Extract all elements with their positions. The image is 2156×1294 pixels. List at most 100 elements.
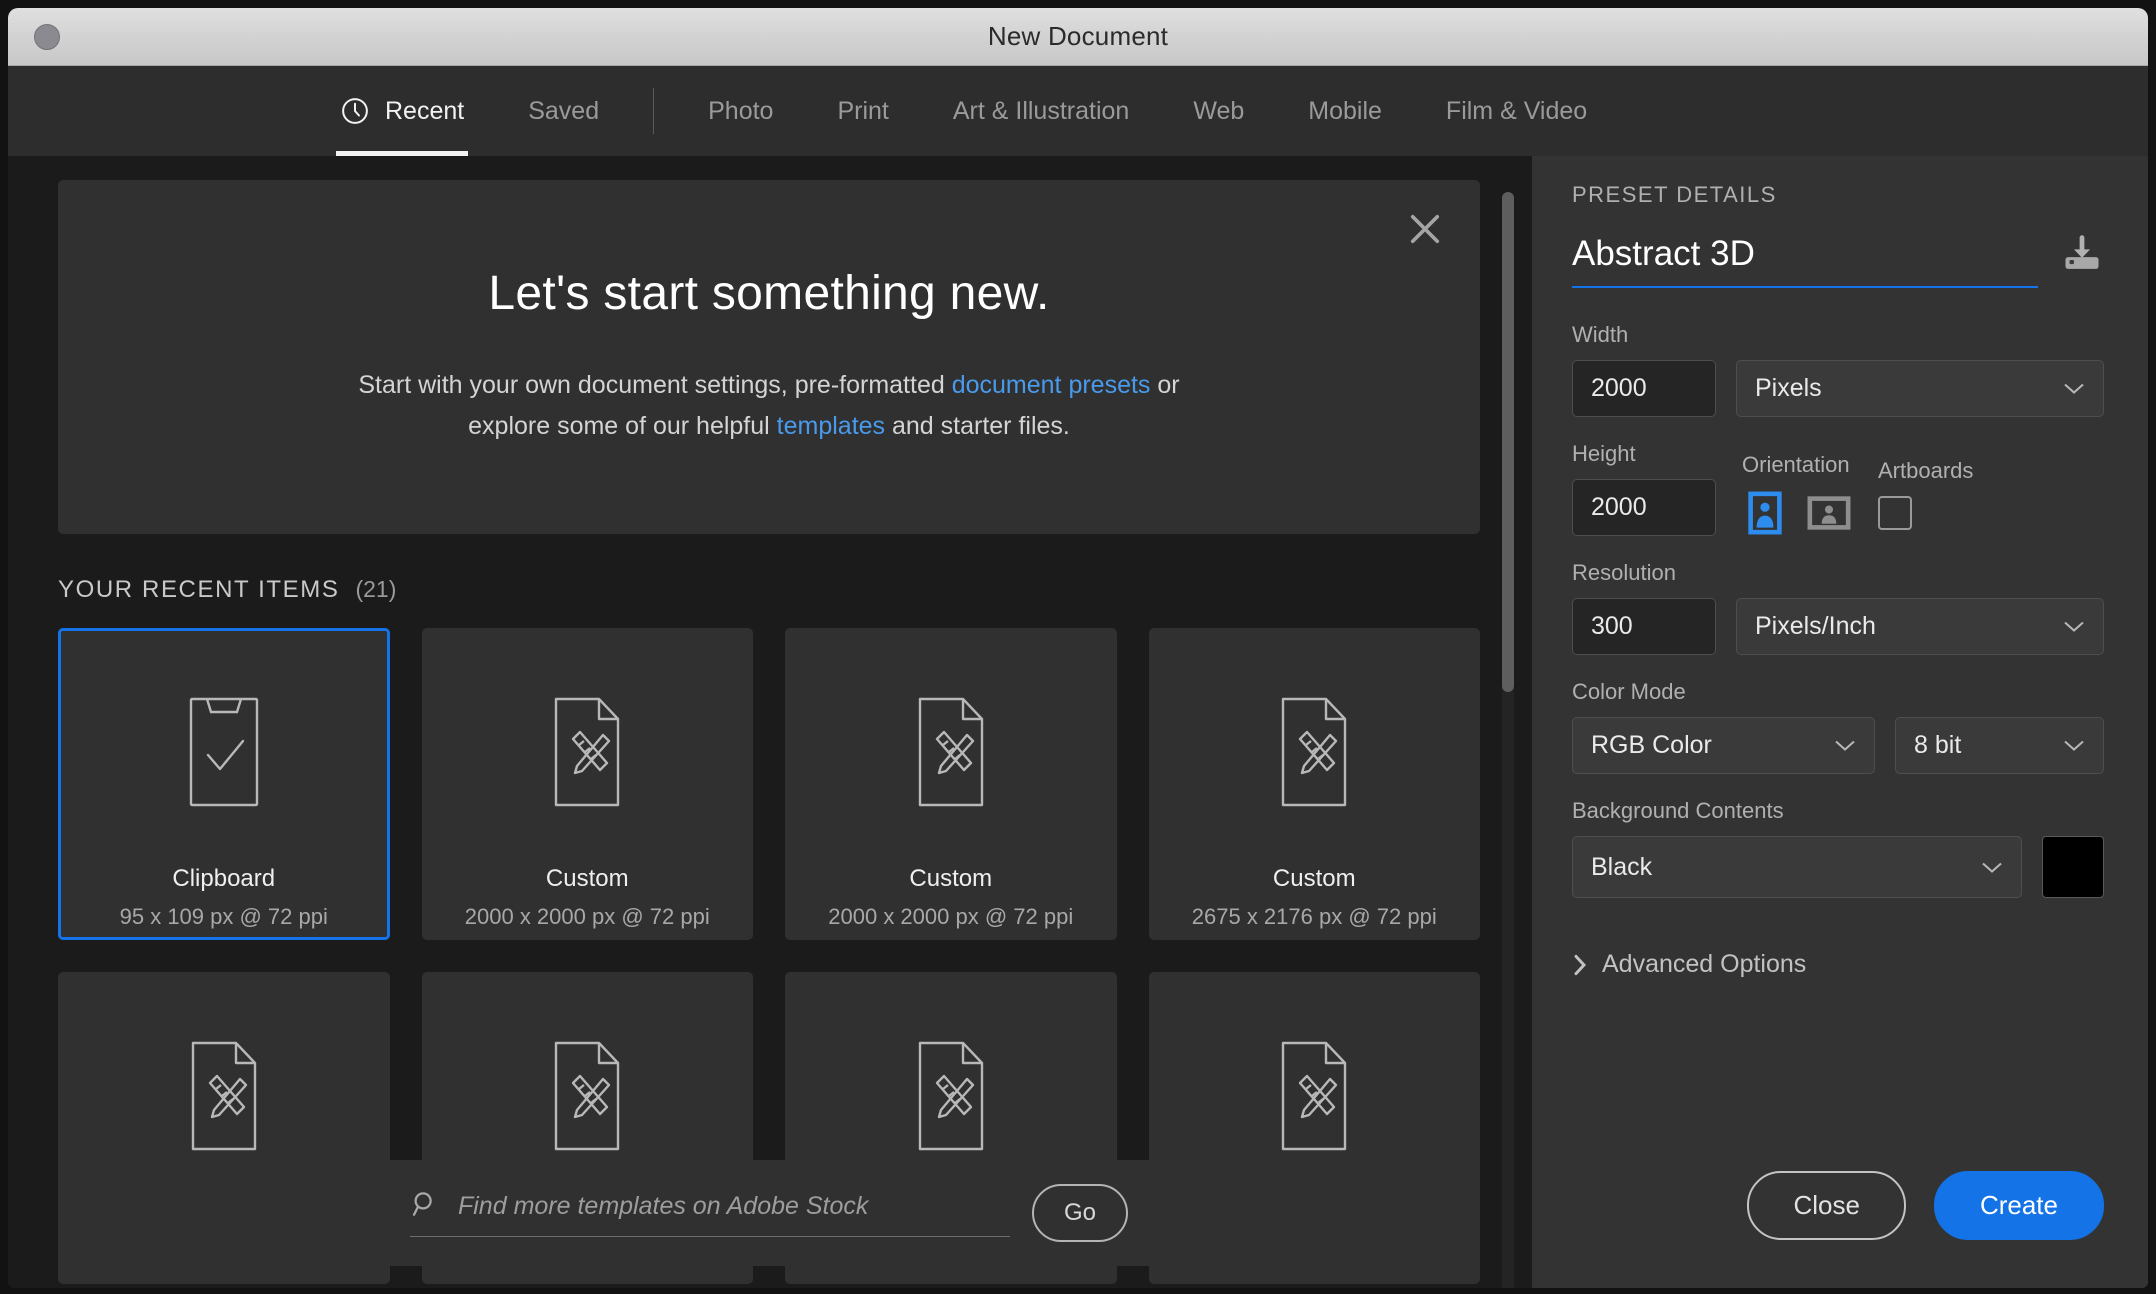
preset-name-row — [1572, 234, 2104, 288]
clock-icon — [340, 96, 370, 126]
save-preset-icon[interactable] — [2060, 234, 2104, 278]
orientation-group: Orientation — [1742, 452, 1852, 536]
advanced-options-toggle[interactable]: Advanced Options — [1572, 950, 2104, 979]
adobe-stock-search-bar: Go — [58, 1160, 1480, 1266]
close-icon[interactable] — [1404, 208, 1446, 250]
landscape-orientation-icon[interactable] — [1806, 490, 1852, 536]
close-button[interactable]: Close — [1747, 1171, 1906, 1240]
chevron-down-icon — [2064, 740, 2084, 751]
chevron-down-icon — [2064, 621, 2084, 632]
recent-item-subtitle: 2000 x 2000 px @ 72 ppi — [828, 904, 1074, 929]
background-color-swatch[interactable] — [2042, 836, 2104, 898]
recent-item-card[interactable]: Custom 2000 x 2000 px @ 72 ppi — [421, 628, 753, 940]
new-document-dialog: New Document Recent Saved Photo Print Ar… — [8, 8, 2148, 1288]
background-contents-value: Black — [1591, 852, 1653, 881]
background-contents-row: Black — [1572, 836, 2104, 898]
preset-details-panel: PRESET DETAILS Width Pixels — [1532, 156, 2148, 1288]
recent-items-count: (21) — [355, 576, 397, 602]
tab-label: Recent — [385, 96, 465, 125]
tab-web[interactable]: Web — [1161, 66, 1276, 156]
banner-text-1: Start with your own document settings, p… — [358, 371, 952, 399]
recent-item-subtitle: 95 x 109 px @ 72 ppi — [119, 904, 328, 929]
go-button[interactable]: Go — [1031, 1184, 1128, 1242]
width-row: Pixels — [1572, 360, 2104, 417]
banner-text-4: and starter files. — [885, 411, 1070, 440]
tab-label: Art & Illustration — [952, 96, 1130, 125]
recent-items-header: YOUR RECENT ITEMS (21) — [58, 576, 1480, 604]
preset-name-input[interactable] — [1572, 234, 2038, 288]
artboards-checkbox[interactable] — [1878, 496, 1912, 530]
tab-film-and-video[interactable]: Film & Video — [1414, 66, 1619, 156]
banner-text-3: explore some of our helpful — [468, 411, 777, 440]
search-icon — [410, 1189, 440, 1224]
height-input[interactable] — [1572, 479, 1716, 536]
portrait-orientation-icon[interactable] — [1742, 490, 1788, 536]
width-unit-value: Pixels — [1755, 374, 1822, 402]
create-button[interactable]: Create — [1933, 1171, 2104, 1240]
recent-item-title: Custom — [545, 865, 629, 892]
tab-mobile[interactable]: Mobile — [1276, 66, 1414, 156]
recent-documents-pane: Let's start something new. Start with yo… — [8, 156, 1532, 1288]
window-title: New Document — [987, 21, 1169, 51]
tab-label: Web — [1193, 96, 1245, 125]
promo-banner: Let's start something new. Start with yo… — [58, 180, 1480, 534]
width-unit-select[interactable]: Pixels — [1736, 360, 2104, 417]
window-titlebar: New Document — [8, 8, 2148, 66]
advanced-options-label: Advanced Options — [1602, 950, 1807, 978]
orientation-label: Orientation — [1742, 452, 1850, 477]
bit-depth-value: 8 bit — [1914, 731, 1962, 759]
recent-item-title: Custom — [909, 865, 993, 892]
resolution-row: Pixels/Inch — [1572, 598, 2104, 655]
resolution-unit-select[interactable]: Pixels/Inch — [1736, 598, 2104, 655]
color-mode-select[interactable]: RGB Color — [1572, 717, 1876, 774]
recent-items-label: YOUR RECENT ITEMS — [58, 576, 340, 603]
window-close-button[interactable] — [34, 23, 60, 50]
tab-art-and-illustration[interactable]: Art & Illustration — [921, 66, 1161, 156]
resolution-unit-value: Pixels/Inch — [1755, 612, 1876, 640]
artboards-label: Artboards — [1878, 458, 1974, 483]
background-contents-label: Background Contents — [1572, 798, 1784, 823]
width-input[interactable] — [1572, 360, 1716, 417]
clipboard-check-icon — [176, 677, 272, 827]
templates-link[interactable]: templates — [777, 412, 885, 440]
recent-item-title: Clipboard — [172, 865, 276, 892]
dialog-body: Let's start something new. Start with yo… — [8, 156, 2148, 1288]
resolution-input[interactable] — [1572, 598, 1716, 655]
tab-recent[interactable]: Recent — [308, 66, 496, 156]
document-ruler-pencil-icon — [539, 677, 635, 827]
tab-photo[interactable]: Photo — [676, 66, 805, 156]
orientation-buttons — [1742, 490, 1852, 536]
document-ruler-pencil-icon — [903, 1021, 999, 1171]
recent-item-card[interactable]: Custom 2000 x 2000 px @ 72 ppi — [785, 628, 1117, 940]
banner-headline: Let's start something new. — [488, 267, 1050, 320]
background-contents-select[interactable]: Black — [1572, 836, 2022, 898]
recent-pane-scrollbar[interactable] — [1502, 192, 1514, 1288]
height-label: Height — [1572, 441, 1636, 466]
banner-description: Start with your own document settings, p… — [58, 365, 1480, 446]
tab-divider — [653, 88, 655, 134]
color-mode-value: RGB Color — [1591, 731, 1712, 759]
chevron-right-icon — [1574, 954, 1586, 975]
recent-item-card[interactable]: Custom 2675 x 2176 px @ 72 ppi — [1148, 628, 1480, 940]
tab-print[interactable]: Print — [805, 66, 920, 156]
artboards-group: Artboards — [1878, 458, 1973, 536]
tab-label: Film & Video — [1445, 96, 1588, 125]
recent-item-subtitle: 2000 x 2000 px @ 72 ppi — [464, 904, 710, 929]
height-orientation-artboards-row: Height Orientation — [1572, 441, 2104, 536]
chevron-down-icon — [1982, 862, 2002, 873]
search-input[interactable] — [457, 1192, 1010, 1221]
document-presets-link[interactable]: document presets — [952, 371, 1151, 399]
preset-details-heading: PRESET DETAILS — [1572, 182, 1777, 207]
document-ruler-pencil-icon — [1266, 677, 1362, 827]
scrollbar-thumb[interactable] — [1502, 192, 1514, 692]
tab-label: Print — [837, 96, 889, 125]
height-group: Height — [1572, 441, 1716, 536]
chevron-down-icon — [1835, 740, 1855, 751]
bit-depth-select[interactable]: 8 bit — [1895, 717, 2104, 774]
recent-item-card[interactable]: Clipboard 95 x 109 px @ 72 ppi — [58, 628, 390, 940]
recent-item-subtitle: 2675 x 2176 px @ 72 ppi — [1191, 904, 1437, 929]
color-mode-label: Color Mode — [1572, 679, 1686, 704]
document-ruler-pencil-icon — [903, 677, 999, 827]
tab-saved[interactable]: Saved — [496, 66, 631, 156]
tab-label: Saved — [528, 96, 600, 125]
